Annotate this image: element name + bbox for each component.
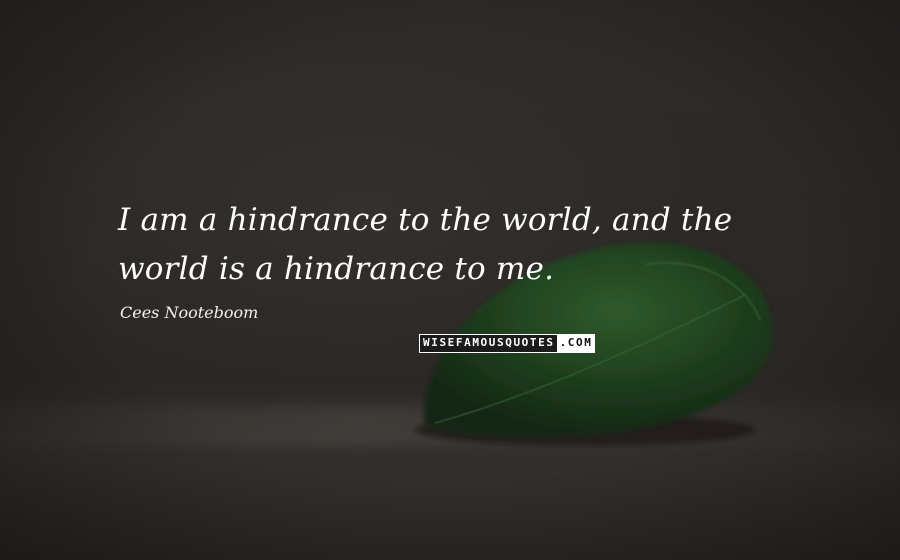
site-watermark: WISEFAMOUSQUOTES .COM [419,334,596,353]
watermark-domain: .COM [556,335,595,352]
quote-card: I am a hindrance to the world, and the w… [0,0,900,560]
watermark-name: WISEFAMOUSQUOTES [420,335,557,352]
quote-text: I am a hindrance to the world, and the w… [118,202,733,287]
quote-author: Cees Nooteboom [120,303,259,322]
